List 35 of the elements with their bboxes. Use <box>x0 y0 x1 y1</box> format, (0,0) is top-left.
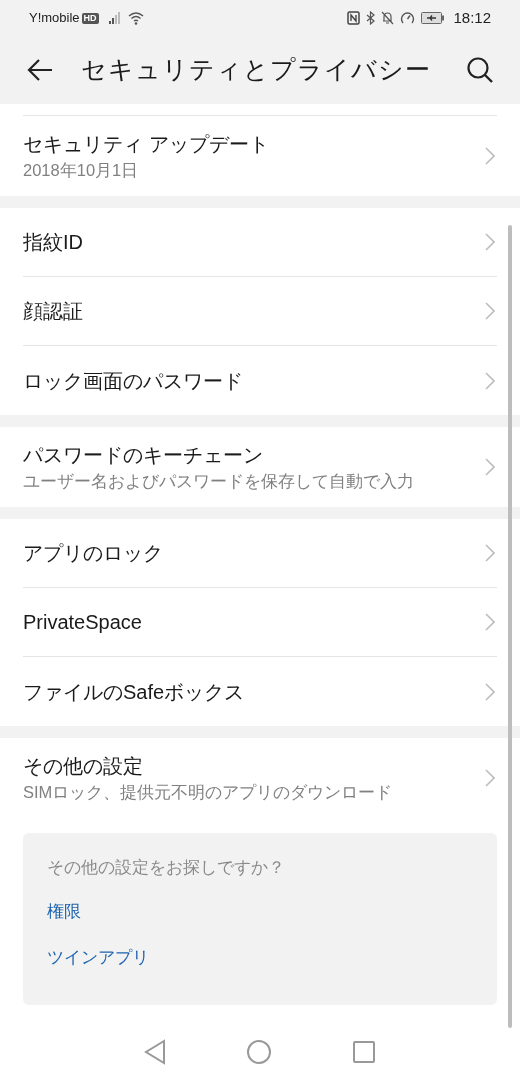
chevron-right-icon <box>485 371 495 390</box>
chevron-right-icon <box>485 613 495 631</box>
page-title: セキュリティとプライバシー <box>81 54 431 86</box>
chevron-right-icon <box>485 458 495 476</box>
speedometer-icon <box>400 11 416 25</box>
bell-muted-icon <box>381 11 395 25</box>
chevron-right-icon <box>485 233 495 251</box>
clock-time: 18:12 <box>453 7 491 28</box>
settings-item[interactable]: 指紋ID <box>23 208 497 277</box>
suggestion-link[interactable]: 権限 <box>47 898 81 945</box>
chevron-right-icon <box>485 682 495 701</box>
network-badge: HD <box>81 12 99 24</box>
carrier-name: Y!mobile <box>29 9 80 28</box>
chevron-right-icon <box>485 302 495 320</box>
settings-item[interactable]: セキュリティ アップデート 2018年10月1日 <box>23 116 497 196</box>
back-icon[interactable] <box>144 1039 166 1065</box>
chevron-right-icon <box>485 147 495 165</box>
recents-icon[interactable] <box>352 1040 376 1064</box>
chevron-right-icon <box>485 544 495 562</box>
suggestion-title: その他の設定をお探しですか？ <box>47 857 286 879</box>
settings-item[interactable]: ファイルのSafeボックス <box>23 657 497 726</box>
chevron-right-icon <box>485 769 495 787</box>
settings-item[interactable]: 顔認証 <box>23 277 497 346</box>
settings-item[interactable]: ロック画面のパスワード <box>23 346 497 415</box>
settings-item[interactable]: PrivateSpace <box>23 588 497 657</box>
settings-item[interactable]: その他の設定 SIMロック、提供元不明のアプリのダウンロード <box>23 738 497 818</box>
settings-item[interactable]: アプリのロック <box>23 519 497 588</box>
bluetooth-icon <box>366 11 376 25</box>
signal-icon <box>108 12 123 24</box>
home-icon[interactable] <box>246 1039 272 1065</box>
nfc-icon <box>347 11 361 25</box>
suggestion-link[interactable]: ツインアプリ <box>47 944 149 991</box>
settings-item[interactable]: パスワードのキーチェーン ユーザー名およびパスワードを保存して自動で入力 <box>23 427 497 507</box>
wifi-icon <box>127 11 144 25</box>
battery-icon <box>421 12 446 24</box>
